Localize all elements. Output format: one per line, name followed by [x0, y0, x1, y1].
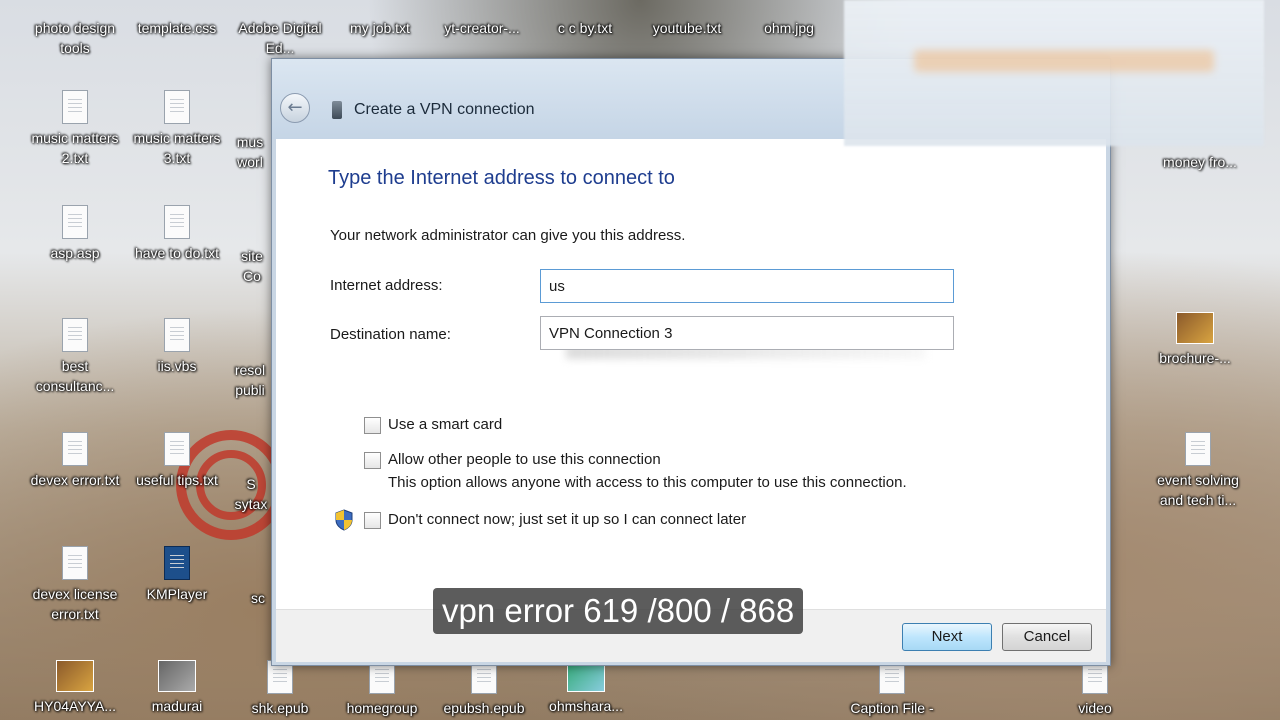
allow-others-option[interactable]: Allow other people to use this connectio… — [364, 451, 907, 491]
text-file-icon — [164, 205, 190, 239]
dont-connect-label: Don't connect now; just set it up so I c… — [388, 511, 747, 528]
desktop-icon[interactable]: shk.epub — [230, 660, 330, 718]
desktop-icon[interactable]: ohm.jpg — [739, 18, 839, 38]
desktop-icon[interactable]: money fro... — [1150, 152, 1250, 172]
desktop-icon[interactable]: brochure-... — [1145, 312, 1245, 368]
desktop-icon[interactable]: S sytax — [232, 474, 270, 514]
next-button[interactable]: Next — [902, 623, 992, 651]
desktop-icon[interactable]: site Co — [234, 246, 270, 286]
desktop-icon[interactable]: video — [1045, 660, 1145, 718]
desktop-icon[interactable]: devex license error.txt — [25, 546, 125, 624]
allow-others-description: This option allows anyone with access to… — [388, 474, 907, 491]
desktop-icon[interactable]: madurai — [127, 660, 227, 716]
text-file-icon — [164, 432, 190, 466]
network-icon — [332, 101, 342, 119]
text-file-icon — [62, 318, 88, 352]
smart-card-option[interactable]: Use a smart card — [364, 416, 502, 434]
desktop-icon[interactable]: sc — [246, 588, 270, 608]
desktop-icon[interactable]: template.css — [127, 18, 227, 38]
desktop-icon[interactable]: useful tips.txt — [127, 432, 227, 490]
image-thumbnail-icon — [56, 660, 94, 692]
instruction-text: Your network administrator can give you … — [330, 227, 686, 244]
desktop-icon[interactable]: resol publi — [230, 360, 270, 400]
text-file-icon — [1185, 432, 1211, 466]
desktop-icon[interactable]: epubsh.epub — [434, 660, 534, 718]
desktop-icon[interactable]: Caption File - — [842, 660, 942, 718]
smart-card-label: Use a smart card — [388, 416, 503, 433]
desktop-icon[interactable]: iis.vbs — [127, 318, 227, 376]
internet-address-label: Internet address: — [330, 277, 443, 294]
dont-connect-checkbox[interactable] — [364, 512, 381, 529]
cancel-button[interactable]: Cancel — [1002, 623, 1092, 651]
desktop-icon[interactable]: devex error.txt — [25, 432, 125, 490]
page-heading: Type the Internet address to connect to — [328, 167, 675, 189]
desktop-icon[interactable]: KMPlayer — [127, 546, 227, 604]
allow-others-label: Allow other people to use this connectio… — [388, 451, 661, 468]
desktop-icon[interactable]: homegroup — [332, 660, 432, 718]
dialog-title: Create a VPN connection — [354, 101, 535, 118]
desktop-icon[interactable]: have to do.txt — [127, 205, 227, 263]
text-file-icon — [62, 90, 88, 124]
blurred-region — [844, 0, 1264, 146]
script-file-icon — [164, 318, 190, 352]
destination-name-label: Destination name: — [330, 326, 451, 343]
uac-shield-icon — [335, 509, 353, 531]
desktop-icon[interactable]: youtube.txt — [637, 18, 737, 38]
back-arrow-icon[interactable]: ← — [280, 93, 310, 123]
internet-address-input[interactable] — [540, 269, 954, 303]
desktop-icon[interactable]: HY04AYYA... — [25, 660, 125, 716]
text-file-icon — [164, 90, 190, 124]
video-caption: vpn error 619 /800 / 868 — [433, 588, 804, 634]
desktop-icon[interactable]: Adobe Digital Ed... — [230, 18, 330, 58]
text-file-icon — [62, 432, 88, 466]
desktop-icon[interactable]: photo design tools — [25, 18, 125, 58]
desktop-icon[interactable]: c c by.txt — [535, 18, 635, 38]
dont-connect-option[interactable]: Don't connect now; just set it up so I c… — [364, 511, 746, 529]
asp-file-icon — [62, 205, 88, 239]
desktop-icon[interactable]: ohmshara... — [536, 660, 636, 716]
kmplayer-icon — [164, 546, 190, 580]
desktop-icon[interactable]: mus worl — [230, 132, 270, 172]
desktop-icon[interactable]: yt-creator-... — [432, 18, 532, 38]
desktop-icon[interactable]: asp.asp — [25, 205, 125, 263]
desktop-icon[interactable]: my job.txt — [330, 18, 430, 38]
desktop-icon[interactable]: best consultanc... — [25, 318, 125, 396]
image-thumbnail-icon — [158, 660, 196, 692]
destination-name-input[interactable] — [540, 316, 954, 350]
vpn-dialog: ← Create a VPN connection Type the Inter… — [271, 58, 1111, 666]
allow-others-checkbox[interactable] — [364, 452, 381, 469]
desktop-icon[interactable]: event solving and tech ti... — [1148, 432, 1248, 510]
image-thumbnail-icon — [1176, 312, 1214, 344]
text-file-icon — [62, 546, 88, 580]
smart-card-checkbox[interactable] — [364, 417, 381, 434]
desktop-icon[interactable]: music matters 2.txt — [25, 90, 125, 168]
desktop-icon[interactable]: music matters 3.txt — [127, 90, 227, 168]
dialog-content: Type the Internet address to connect to … — [276, 139, 1106, 609]
